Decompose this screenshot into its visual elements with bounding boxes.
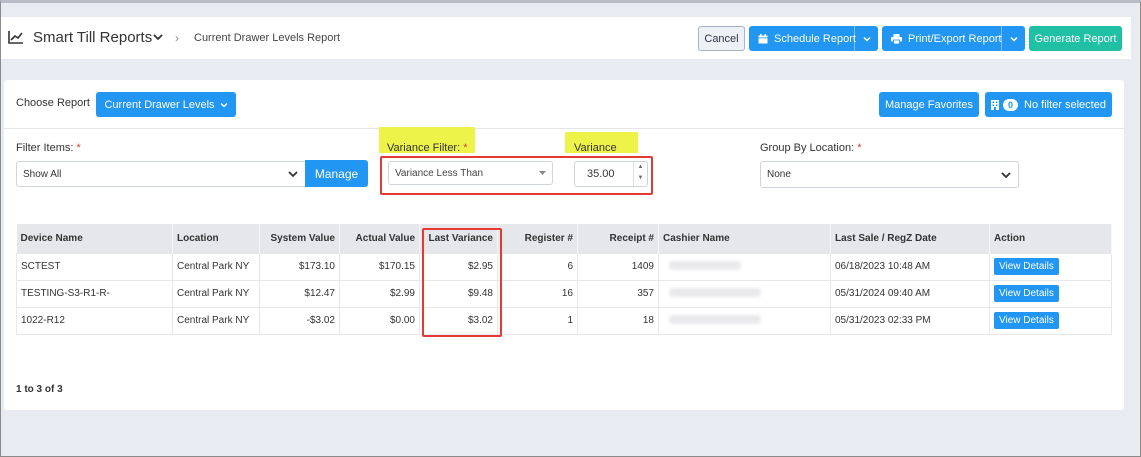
variance-filter-select[interactable]: Variance Less Than <box>388 161 553 185</box>
view-details-button[interactable]: View Details <box>994 285 1059 302</box>
filter-count-badge: 0 <box>1003 98 1019 111</box>
receipt-cell: 1409 <box>577 252 659 281</box>
cashier-name-cell <box>658 306 831 335</box>
group-by-label: Group By Location: * <box>760 142 862 154</box>
table-row: 1022-R12 Central Park NY -$3.02 $0.00 $3… <box>16 306 1112 335</box>
receipt-cell: 18 <box>577 306 659 335</box>
breadcrumb: Current Drawer Levels Report <box>194 32 341 44</box>
action-cell: View Details <box>989 306 1112 335</box>
chevron-down-icon <box>220 102 227 107</box>
column-header[interactable]: Action <box>989 224 1112 253</box>
printer-icon <box>891 33 902 44</box>
print-export-button[interactable]: Print/Export Report <box>882 26 1025 51</box>
chevron-down-icon <box>1009 36 1018 42</box>
app-title[interactable]: Smart Till Reports <box>33 29 152 46</box>
column-header[interactable]: Actual Value <box>339 224 420 253</box>
schedule-report-button[interactable]: Schedule Report <box>749 26 878 51</box>
variance-input[interactable]: 35.00 ▲ ▼ <box>574 161 648 187</box>
annotation-box-last-variance <box>422 228 502 337</box>
print-dropdown-toggle[interactable] <box>1001 26 1025 51</box>
column-header[interactable]: Last Sale / RegZ Date <box>830 224 990 253</box>
view-details-button[interactable]: View Details <box>994 312 1059 329</box>
column-header[interactable]: Location <box>172 224 260 253</box>
variance-label: Variance <box>574 142 617 154</box>
pagination-summary: 1 to 3 of 3 <box>16 384 63 395</box>
column-header[interactable]: Register # <box>497 224 578 253</box>
location-cell: Central Park NY <box>172 252 260 281</box>
column-header[interactable]: System Value <box>259 224 340 253</box>
filter-items-select[interactable]: Show All <box>16 161 306 187</box>
device-name-cell: TESTING-S3-R1-R- <box>16 279 173 308</box>
view-details-button[interactable]: View Details <box>994 258 1059 275</box>
top-bar: Smart Till Reports › Current Drawer Leve… <box>1 17 1131 59</box>
blurred-text <box>669 314 761 324</box>
receipt-cell: 357 <box>577 279 659 308</box>
register-cell: 6 <box>497 252 578 281</box>
line-chart-icon <box>8 31 23 44</box>
manage-button[interactable]: Manage <box>305 160 368 187</box>
device-name-cell: SCTEST <box>16 252 173 281</box>
system-value-cell: $12.47 <box>259 279 340 308</box>
register-cell: 16 <box>497 279 578 308</box>
cancel-button[interactable]: Cancel <box>698 26 745 51</box>
blurred-text <box>669 260 741 270</box>
filter-items-label: Filter Items: * <box>16 142 81 154</box>
spinner-arrows-icon[interactable]: ▲ ▼ <box>633 162 647 186</box>
chevron-down-icon <box>539 171 546 175</box>
system-value-cell: $173.10 <box>259 252 340 281</box>
actual-value-cell: $2.99 <box>339 279 420 308</box>
group-by-select[interactable]: None <box>760 161 1019 188</box>
building-icon <box>991 99 1000 110</box>
chevron-right-icon: › <box>175 31 179 45</box>
choose-report-dropdown[interactable]: Current Drawer Levels <box>96 92 236 117</box>
action-cell: View Details <box>989 279 1112 308</box>
last-sale-date-cell: 05/31/2024 09:40 AM <box>830 279 990 308</box>
report-table: Device Name Location System Value Actual… <box>16 224 1112 335</box>
report-panel: Choose Report Current Drawer Levels Mana… <box>4 80 1124 410</box>
device-name-cell: 1022-R12 <box>16 306 173 335</box>
register-cell: 1 <box>497 306 578 335</box>
calendar-icon <box>758 33 768 43</box>
system-value-cell: -$3.02 <box>259 306 340 335</box>
actual-value-cell: $170.15 <box>339 252 420 281</box>
divider <box>4 128 1124 129</box>
chevron-down-icon <box>862 36 871 42</box>
chevron-down-icon <box>1001 172 1011 179</box>
choose-report-label: Choose Report <box>16 97 90 109</box>
column-header[interactable]: Receipt # <box>577 224 659 253</box>
filter-status-button[interactable]: 0 No filter selected <box>985 92 1112 117</box>
table-row: SCTEST Central Park NY $173.10 $170.15 $… <box>16 252 1112 281</box>
chevron-down-icon <box>288 171 298 178</box>
chevron-down-icon[interactable] <box>152 31 164 43</box>
column-header[interactable]: Cashier Name <box>658 224 831 253</box>
schedule-dropdown-toggle[interactable] <box>854 26 878 51</box>
blurred-text <box>669 287 761 297</box>
actual-value-cell: $0.00 <box>339 306 420 335</box>
variance-filter-label: Variance Filter: * <box>387 142 468 154</box>
table-row: TESTING-S3-R1-R- Central Park NY $12.47 … <box>16 279 1112 308</box>
generate-report-button[interactable]: Generate Report <box>1029 26 1122 51</box>
last-sale-date-cell: 05/31/2023 02:33 PM <box>830 306 990 335</box>
action-cell: View Details <box>989 252 1112 281</box>
last-sale-date-cell: 06/18/2023 10:48 AM <box>830 252 990 281</box>
cashier-name-cell <box>658 279 831 308</box>
cashier-name-cell <box>658 252 831 281</box>
location-cell: Central Park NY <box>172 306 260 335</box>
column-header[interactable]: Device Name <box>16 224 173 253</box>
location-cell: Central Park NY <box>172 279 260 308</box>
table-header-row: Device Name Location System Value Actual… <box>16 224 1112 253</box>
manage-favorites-button[interactable]: Manage Favorites <box>879 92 979 117</box>
